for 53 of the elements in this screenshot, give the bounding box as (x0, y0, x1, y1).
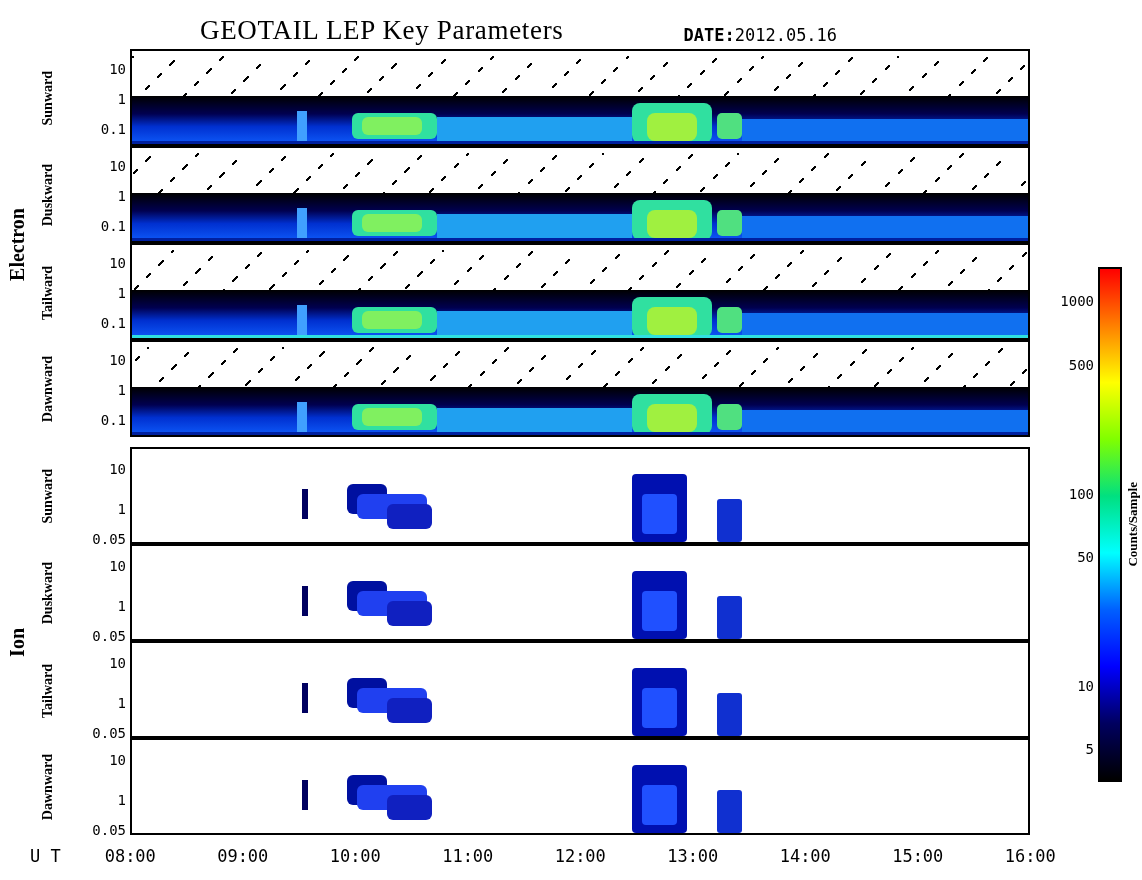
colorbar-tick-label: 50 (1077, 550, 1094, 564)
colorbar-tick-label: 10 (1077, 679, 1094, 693)
x-tick-label: 15:00 (892, 845, 944, 868)
y-tick-label: 0.1 (100, 316, 126, 330)
date-label: DATE:2012.05.16 (683, 27, 838, 44)
x-tick-label: 09:00 (217, 845, 269, 868)
colorbar-tick-label: 1000 (1060, 294, 1094, 308)
y-tick-label: 1 (117, 189, 126, 203)
colorbar-tick-label: 500 (1068, 358, 1094, 372)
panel-label: Duskward (38, 562, 56, 625)
panel-label: Tailward (38, 663, 56, 718)
panel-label: Duskward (38, 164, 56, 227)
group-label: Ion (5, 627, 29, 657)
y-tick-label: 0.05 (92, 532, 126, 546)
x-tick-label: 10:00 (329, 845, 381, 868)
y-tick-label: 0.1 (100, 219, 126, 233)
y-tick-label: 10 (109, 256, 126, 270)
y-tick-label: 10 (109, 353, 126, 367)
x-tick-label: 11:00 (442, 845, 494, 868)
y-tick-label: 1 (117, 599, 126, 613)
panel-label: Sunward (38, 469, 56, 524)
panel-label: Dawnward (38, 356, 56, 423)
x-tick-label: 12:00 (554, 845, 606, 868)
y-tick-label: 1 (117, 502, 126, 516)
y-tick-label: 10 (109, 753, 126, 767)
colorbar-tick-label: 100 (1068, 487, 1094, 501)
y-tick-label: 0.05 (92, 629, 126, 643)
group-label: Electron (5, 207, 29, 281)
x-tick-label: 14:00 (779, 845, 831, 868)
colorbar-label: Counts/Sample (1124, 482, 1142, 567)
y-tick-label: 1 (117, 92, 126, 106)
y-tick-label: 10 (109, 159, 126, 173)
y-tick-label: 1 (117, 696, 126, 710)
y-tick-label: 1 (117, 793, 126, 807)
chart-title: GEOTAIL LEP Key Parameters (200, 17, 564, 44)
colorbar-tick-label: 5 (1085, 742, 1094, 756)
y-tick-label: 10 (109, 559, 126, 573)
y-tick-label: 0.05 (92, 823, 126, 837)
x-tick-label: 08:00 (104, 845, 156, 868)
panel-label: Tailward (38, 265, 56, 320)
x-tick-label: 13:00 (667, 845, 719, 868)
y-tick-label: 1 (117, 286, 126, 300)
y-tick-label: 10 (109, 656, 126, 670)
x-tick-label: 16:00 (1004, 845, 1056, 868)
y-tick-label: 0.05 (92, 726, 126, 740)
panel-label: Sunward (38, 71, 56, 126)
y-tick-label: 1 (117, 383, 126, 397)
y-tick-label: 10 (109, 62, 126, 76)
y-tick-label: 0.1 (100, 413, 126, 427)
panel-label: Dawnward (38, 754, 56, 821)
y-tick-label: 0.1 (100, 122, 126, 136)
x-axis-label: U T (29, 845, 62, 868)
y-tick-label: 10 (109, 462, 126, 476)
